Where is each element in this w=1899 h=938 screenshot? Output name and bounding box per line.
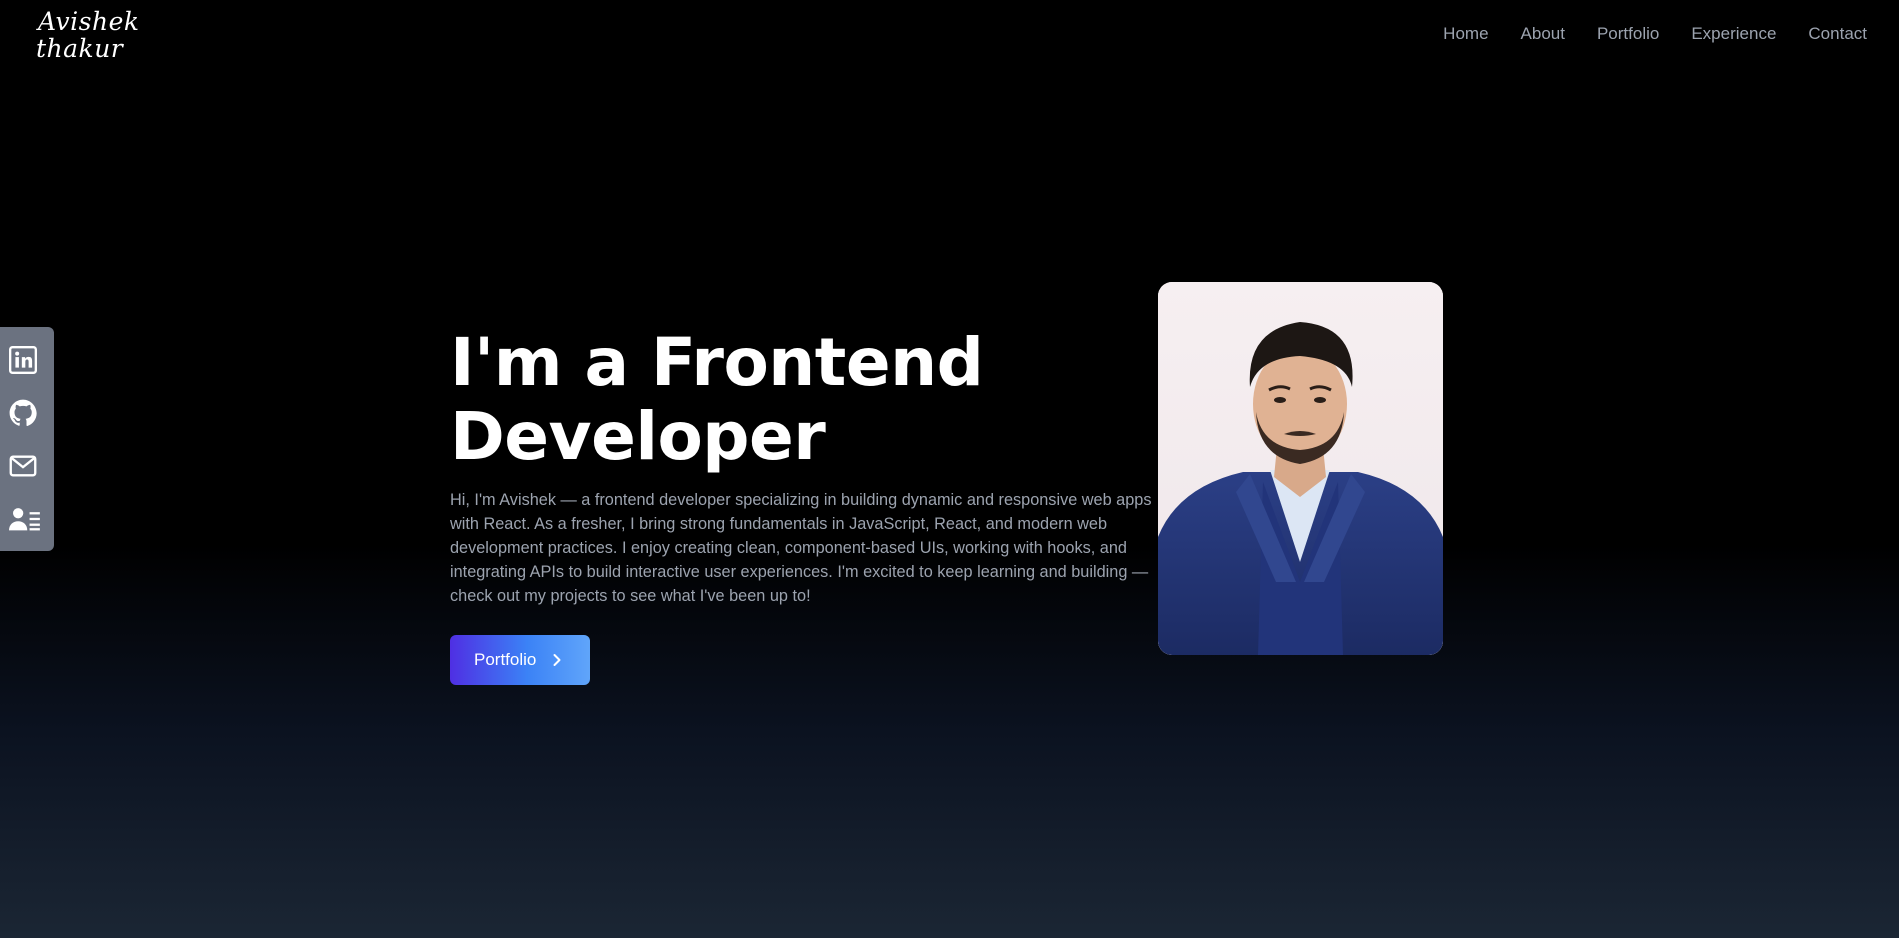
mail-icon	[9, 455, 37, 476]
resume-link[interactable]	[0, 495, 54, 543]
linkedin-icon	[9, 345, 37, 374]
nav-experience[interactable]: Experience	[1691, 24, 1776, 44]
hero-title-line-1: I'm a Frontend	[450, 324, 984, 401]
nav-contact[interactable]: Contact	[1808, 24, 1867, 44]
nav-about[interactable]: About	[1521, 24, 1565, 44]
social-sidebar	[0, 327, 54, 551]
hero-description: Hi, I'm Avishek — a frontend developer s…	[450, 491, 1152, 605]
nav-home[interactable]: Home	[1443, 24, 1488, 44]
portfolio-button[interactable]: Portfolio	[450, 635, 590, 685]
logo[interactable]: Avishek thakur	[36, 7, 140, 63]
profile-portrait	[1158, 282, 1443, 655]
portfolio-button-label: Portfolio	[474, 650, 537, 669]
logo-line-2: thakur	[36, 34, 124, 63]
resume-icon	[9, 507, 40, 530]
hero-title-line-2: Developer	[450, 398, 826, 475]
github-icon	[9, 399, 37, 426]
nav-portfolio[interactable]: Portfolio	[1597, 24, 1659, 44]
github-link[interactable]	[0, 389, 54, 437]
main-nav: Home About Portfolio Experience Contact	[1443, 24, 1867, 44]
hero-section: I'm a Frontend Developer Hi, I'm Avishek…	[450, 326, 1155, 685]
chevron-right-icon	[553, 654, 561, 666]
hero-title: I'm a Frontend Developer	[450, 326, 1155, 474]
linkedin-link[interactable]	[0, 336, 54, 384]
profile-photo	[1158, 282, 1443, 655]
mail-link[interactable]	[0, 442, 54, 490]
logo-line-1: Avishek	[38, 7, 140, 36]
